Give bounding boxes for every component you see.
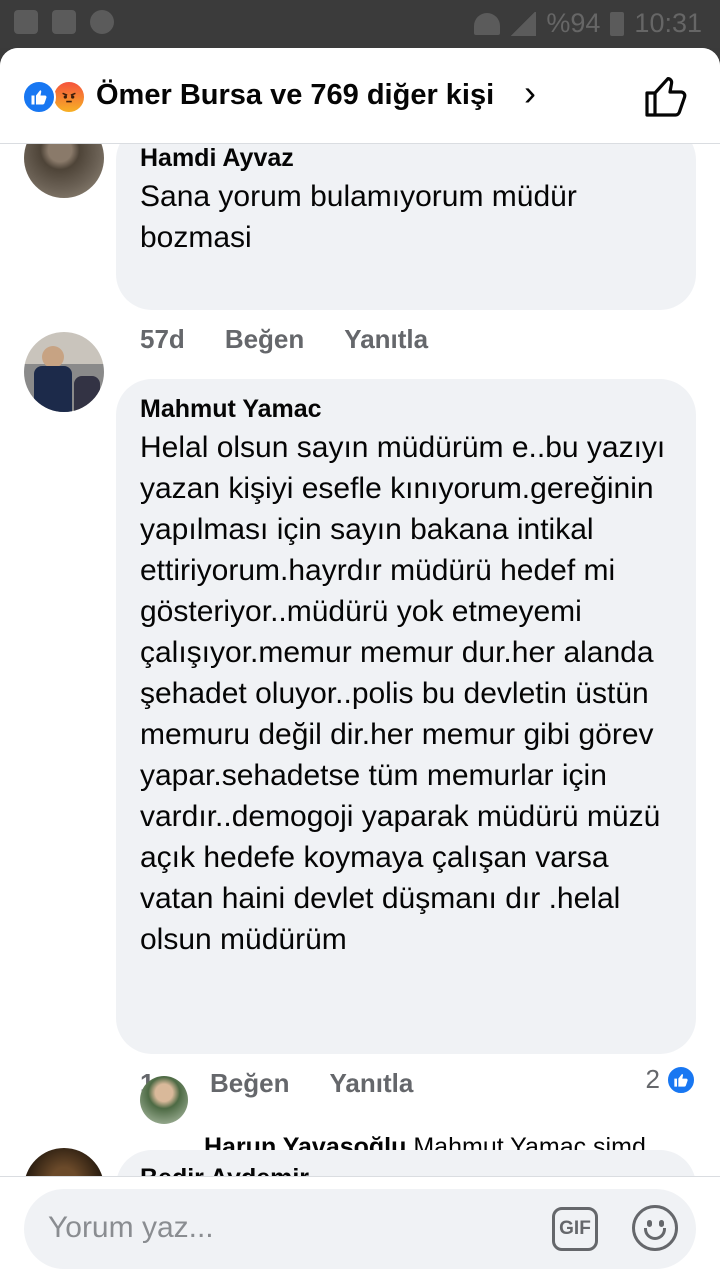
comments-sheet: Ömer Bursa ve 769 diğer kişi › Hamdi Ayv…: [0, 48, 720, 1280]
reactions-header[interactable]: Ömer Bursa ve 769 diğer kişi ›: [0, 48, 720, 144]
reply-button[interactable]: Yanıtla: [329, 1068, 413, 1099]
comment-actions: 57d Beğen Yanıtla: [140, 324, 428, 355]
whatsapp-icon: [90, 10, 114, 34]
like-button[interactable]: Beğen: [225, 324, 304, 355]
comment-author[interactable]: Bedir Aydemir: [140, 1164, 309, 1176]
battery-icon: [610, 11, 625, 36]
comment-composer: Yorum yaz... GIF: [0, 1176, 720, 1280]
like-button[interactable]: Beğen: [210, 1068, 289, 1099]
emoji-icon[interactable]: [632, 1205, 678, 1251]
avatar[interactable]: [24, 1148, 104, 1176]
gif-button[interactable]: GIF: [552, 1207, 598, 1251]
comment-bubble[interactable]: Hamdi Ayvaz Sana yorum bulamıyorum müdür…: [116, 144, 696, 310]
comment-text: Sana yorum bulamıyorum müdür bozmasi: [140, 180, 577, 254]
comment-bubble[interactable]: Bedir Aydemir: [116, 1150, 696, 1176]
comment-author[interactable]: Mahmut Yamac: [140, 395, 322, 424]
comment-input[interactable]: Yorum yaz... GIF: [24, 1189, 696, 1269]
like-reaction-icon: [666, 1064, 696, 1095]
comment-author[interactable]: Hamdi Ayvaz: [140, 144, 294, 173]
like-thumb-icon[interactable]: [642, 72, 690, 120]
avatar[interactable]: [24, 332, 104, 412]
angry-reaction-icon: [52, 80, 86, 114]
status-bar: %94 10:31: [0, 0, 720, 48]
battery-percent: %94: [546, 8, 601, 38]
like-reaction-icon: [22, 80, 56, 114]
wifi-icon: [474, 12, 501, 35]
comment-time: 57d: [140, 324, 185, 354]
reaction-count[interactable]: 2: [646, 1064, 696, 1095]
reaction-icons: [22, 80, 92, 114]
comment-text: Helal olsun sayın müdürüm e..bu yazıyı y…: [140, 431, 666, 956]
signal-icon: [510, 11, 537, 36]
mail-icon: [52, 10, 76, 34]
avatar[interactable]: [140, 1076, 188, 1124]
comment-bubble[interactable]: Mahmut Yamac Helal olsun sayın müdürüm e…: [116, 379, 696, 1054]
avatar[interactable]: [24, 144, 104, 198]
chevron-right-icon[interactable]: ›: [524, 72, 536, 114]
reply-button[interactable]: Yanıtla: [344, 324, 428, 355]
reactions-summary[interactable]: Ömer Bursa ve 769 diğer kişi: [96, 79, 494, 112]
system-icons: %94 10:31: [474, 8, 702, 39]
facebook-icon: [14, 10, 38, 34]
notification-icons: [14, 10, 114, 34]
comment-list[interactable]: Hamdi Ayvaz Sana yorum bulamıyorum müdür…: [0, 144, 720, 1176]
reaction-count-number: 2: [645, 1064, 660, 1094]
comment-placeholder: Yorum yaz...: [48, 1211, 214, 1244]
clock: 10:31: [634, 8, 702, 38]
